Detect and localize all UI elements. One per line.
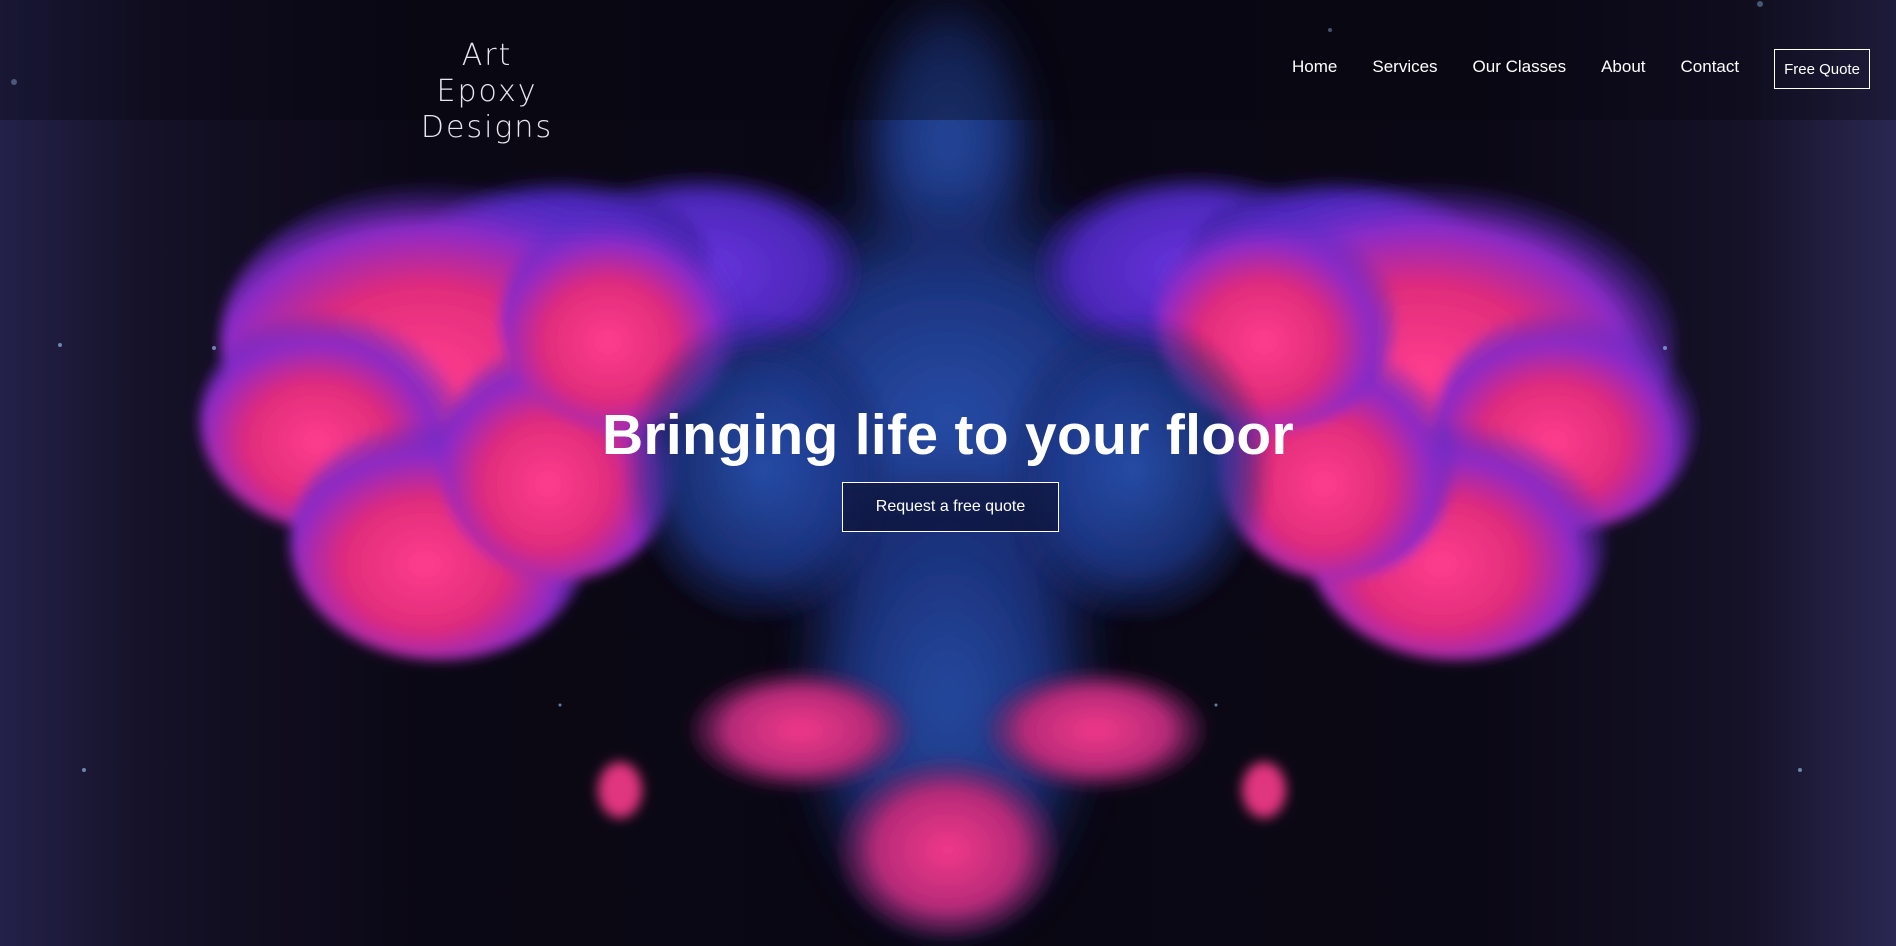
nav-services[interactable]: Services [1372,57,1437,77]
hero-headline: Bringing life to your floor [601,403,1295,467]
logo-line-1: Art Epoxy [436,38,538,109]
nav-our-classes[interactable]: Our Classes [1473,57,1567,77]
logo-line-2: Designs [420,110,554,145]
nav-home[interactable]: Home [1292,57,1337,77]
hero-section: Art Epoxy Designs Home Services Our Clas… [0,0,1896,946]
logo[interactable]: Art Epoxy Designs [412,38,562,146]
nav-about[interactable]: About [1601,57,1645,77]
ink-cloud-background-image [0,0,1896,940]
main-nav: Home Services Our Classes About Contact [1292,57,1774,77]
free-quote-button[interactable]: Free Quote [1774,49,1870,89]
request-quote-button[interactable]: Request a free quote [842,482,1059,532]
nav-contact[interactable]: Contact [1681,57,1740,77]
site-header: Art Epoxy Designs Home Services Our Clas… [0,0,1896,145]
